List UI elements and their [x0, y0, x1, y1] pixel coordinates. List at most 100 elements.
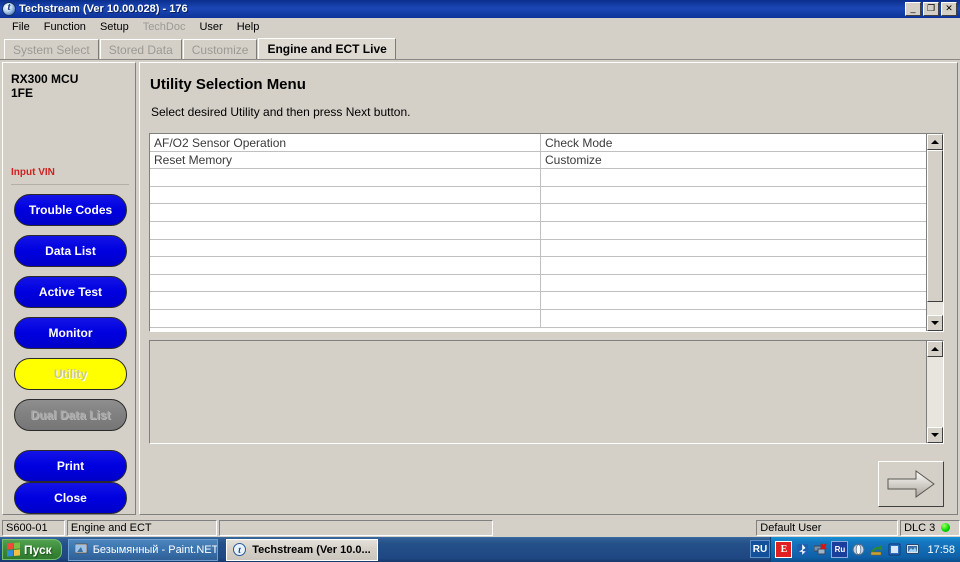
utility-table-scrollbar[interactable] [927, 134, 944, 331]
menu-item-function[interactable]: Function [37, 20, 93, 34]
chevron-down-icon [931, 433, 940, 437]
start-button-label: Пуск [24, 542, 52, 557]
scroll-up-button[interactable] [927, 134, 944, 150]
table-row[interactable]: AF/O2 Sensor Operation Check Mode [150, 134, 927, 152]
status-system: Engine and ECT [66, 519, 217, 536]
table-cell-utility-left[interactable] [150, 221, 541, 239]
table-cell-utility-right[interactable] [541, 275, 926, 292]
sidebar: RX300 MCU 1FE Input VIN Trouble Codes Da… [2, 62, 136, 515]
language-indicator[interactable]: RU [750, 540, 770, 558]
table-cell-utility-left[interactable] [150, 169, 541, 186]
sidebar-button-label: Monitor [48, 326, 93, 340]
sidebar-button-label: Trouble Codes [28, 203, 113, 217]
input-vin-link[interactable]: Input VIN [11, 167, 55, 178]
table-cell-utility-left[interactable] [150, 204, 541, 221]
menu-item-help[interactable]: Help [230, 20, 267, 34]
scroll-up-button[interactable] [927, 341, 944, 357]
table-cell-utility-left[interactable]: AF/O2 Sensor Operation [150, 134, 541, 151]
system-tray: E Ru 17:58 [770, 537, 960, 562]
taskbar-item-paintnet[interactable]: Безымянный - Paint.NET... [67, 538, 218, 561]
client-area: RX300 MCU 1FE Input VIN Trouble Codes Da… [0, 59, 960, 518]
taskbar-item-label: Безымянный - Paint.NET... [92, 543, 218, 556]
sidebar-button-data-list[interactable]: Data List [14, 235, 127, 267]
restore-icon: ❐ [926, 3, 936, 13]
table-cell-utility-right[interactable] [541, 169, 926, 186]
sidebar-button-print[interactable]: Print [14, 450, 127, 482]
sidebar-button-trouble-codes[interactable]: Trouble Codes [14, 194, 127, 226]
table-cell-utility-right[interactable] [541, 257, 926, 274]
table-row[interactable] [150, 169, 927, 187]
techstream-logo-icon [2, 1, 16, 16]
minimize-button[interactable]: _ [905, 2, 921, 16]
table-row[interactable] [150, 257, 927, 275]
dictionary-icon[interactable] [887, 542, 902, 557]
arrow-right-icon [887, 470, 935, 498]
table-cell-utility-right[interactable] [541, 292, 926, 309]
tab-strip: System Select Stored Data Customize Engi… [0, 36, 960, 59]
close-button[interactable]: ✕ [941, 2, 957, 16]
sidebar-button-monitor[interactable]: Monitor [14, 317, 127, 349]
chevron-up-icon [931, 347, 940, 351]
scroll-down-button[interactable] [927, 427, 944, 443]
taskbar-clock[interactable]: 17:58 [927, 544, 955, 556]
table-cell-utility-right[interactable] [541, 204, 926, 221]
scroll-down-button[interactable] [927, 315, 944, 331]
table-cell-utility-left[interactable] [150, 257, 541, 274]
table-cell-utility-right[interactable]: Check Mode [541, 134, 926, 151]
taskbar-item-techstream[interactable]: t Techstream (Ver 10.0... [225, 538, 378, 561]
scrollbar-thumb[interactable] [927, 150, 943, 302]
table-row[interactable] [150, 186, 927, 205]
ecu-name-label: RX300 MCU 1FE [11, 72, 79, 100]
table-row[interactable] [150, 274, 927, 293]
paintnet-icon [74, 542, 88, 557]
scrollbar-track[interactable] [927, 357, 943, 427]
menu-item-setup[interactable]: Setup [93, 20, 136, 34]
table-cell-utility-right[interactable] [541, 222, 926, 239]
content-panel: Utility Selection Menu Select desired Ut… [139, 62, 958, 515]
table-row[interactable] [150, 309, 927, 328]
start-button[interactable]: Пуск [2, 539, 62, 560]
table-cell-utility-right[interactable] [541, 310, 926, 327]
menu-item-techdoc: TechDoc [142, 21, 186, 33]
table-cell-utility-right[interactable]: Customize [541, 152, 926, 169]
table-row[interactable]: Reset Memory Customize [150, 151, 927, 170]
message-pane-scrollbar[interactable] [927, 341, 944, 443]
table-row[interactable] [150, 204, 927, 222]
table-cell-utility-left[interactable] [150, 309, 541, 327]
sidebar-button-utility[interactable]: Utility [14, 358, 127, 390]
status-bar: S600-01 Engine and ECT Default User DLC … [0, 518, 960, 537]
table-cell-utility-left[interactable]: Reset Memory [150, 151, 541, 169]
sidebar-button-active-test[interactable]: Active Test [14, 276, 127, 308]
restore-button[interactable]: ❐ [923, 2, 939, 16]
table-row[interactable] [150, 239, 927, 258]
tab-engine-and-ect-live[interactable]: Engine and ECT Live [258, 38, 396, 59]
bluetooth-icon[interactable] [795, 542, 810, 557]
updater-icon[interactable] [869, 542, 884, 557]
tab-stored-data[interactable]: Stored Data [99, 39, 182, 59]
menu-item-file[interactable]: File [5, 20, 37, 34]
table-cell-utility-left[interactable] [150, 239, 541, 257]
sidebar-button-label: Utility [53, 367, 88, 381]
page-title: Utility Selection Menu [150, 76, 306, 93]
eset-icon[interactable]: E [775, 541, 793, 558]
keyboard-layout-ru-icon[interactable]: Ru [831, 541, 849, 558]
display-icon[interactable] [905, 542, 920, 557]
tab-system-select[interactable]: System Select [4, 39, 99, 59]
next-button[interactable] [878, 461, 944, 507]
sidebar-button-close[interactable]: Close [14, 482, 127, 514]
table-row[interactable] [150, 292, 927, 310]
menu-bar: File Function Setup TechDoc User Help [0, 18, 960, 36]
table-row[interactable] [150, 221, 927, 240]
menu-item-user[interactable]: User [192, 20, 229, 34]
table-cell-utility-left[interactable] [150, 292, 541, 309]
techstream-logo-icon: t [233, 542, 248, 557]
opera-icon[interactable] [851, 542, 866, 557]
window-controls: _ ❐ ✕ [905, 2, 957, 16]
table-cell-utility-right[interactable] [541, 187, 926, 204]
table-cell-utility-left[interactable] [150, 186, 541, 204]
table-cell-utility-left[interactable] [150, 274, 541, 292]
table-cell-utility-right[interactable] [541, 240, 926, 257]
tab-customize[interactable]: Customize [182, 39, 258, 59]
scrollbar-track[interactable] [927, 150, 943, 315]
network-disconnected-icon[interactable] [813, 542, 828, 557]
